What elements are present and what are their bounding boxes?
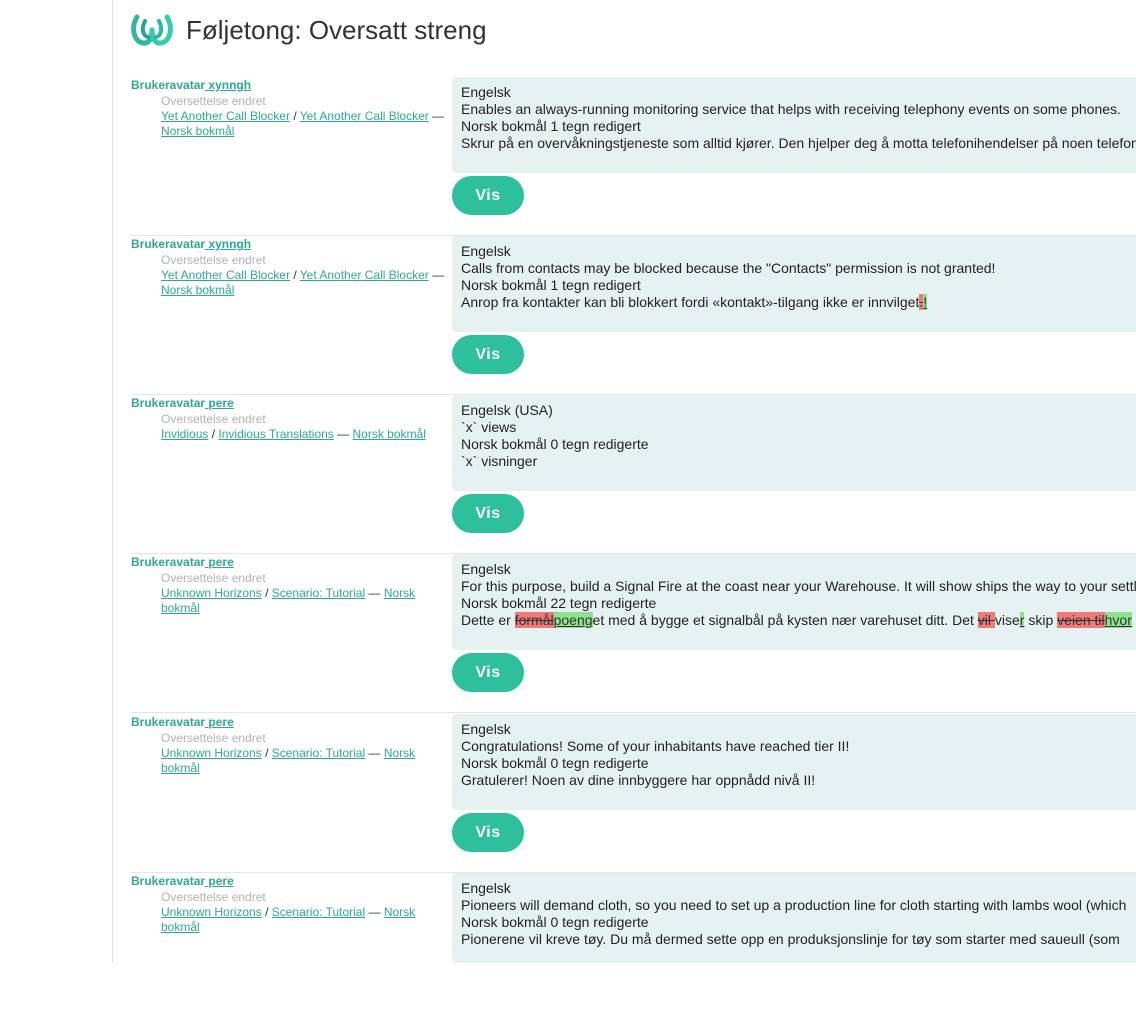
breadcrumb: Unknown Horizons / Scenario: Tutorial — … [161, 746, 416, 775]
sidebar [0, 0, 113, 963]
user-link[interactable]: pere [205, 555, 233, 569]
breadcrumb: Yet Another Call Blocker / Yet Another C… [161, 268, 445, 297]
source-language: Engelsk [461, 721, 511, 737]
target-text: Pionerene vil kreve tøy. Du må dermed se… [461, 931, 1120, 947]
project-link[interactable]: Yet Another Call Blocker [161, 109, 290, 123]
vis-button[interactable]: Vis [452, 335, 524, 374]
user-line: Brukeravatar pere [131, 715, 234, 729]
source-text: For this purpose, build a Signal Fire at… [461, 578, 1136, 594]
target-text: Gratulerer! Noen av dine innbyggere har … [461, 772, 816, 788]
action-label: Oversettelse endret [161, 731, 266, 745]
project-link[interactable]: Unknown Horizons [161, 586, 262, 600]
language-link[interactable]: Norsk bokmål [161, 124, 234, 138]
action-label: Oversettelse endret [161, 253, 266, 267]
action-label: Oversettelse endret [161, 412, 266, 426]
source-language: Engelsk [461, 561, 511, 577]
history-entry: Brukeravatar pere Oversettelse endret Un… [130, 714, 1136, 873]
component-link[interactable]: Yet Another Call Blocker [300, 109, 429, 123]
source-language: Engelsk [461, 880, 511, 896]
breadcrumb: Invidious / Invidious Translations — Nor… [161, 427, 426, 441]
avatar: Brukeravatar [131, 396, 206, 410]
target-language: Norsk bokmål 22 tegn redigerte [461, 595, 657, 611]
action-label: Oversettelse endret [161, 890, 266, 904]
source-text: Enables an always-running monitoring ser… [461, 101, 1121, 117]
avatar: Brukeravatar [131, 874, 206, 888]
page-title: Føljetong: Oversatt streng [186, 14, 487, 45]
target-text: Skrur på en overvåkningstjeneste som all… [461, 135, 1136, 151]
user-link[interactable]: xynngh [205, 78, 251, 92]
project-link[interactable]: Invidious [161, 427, 208, 441]
avatar: Brukeravatar [131, 78, 206, 92]
component-link[interactable]: Scenario: Tutorial [272, 586, 365, 600]
target-language: Norsk bokmål 0 tegn redigerte [461, 914, 649, 930]
avatar: Brukeravatar [131, 237, 206, 251]
user-line: Brukeravatar xynngh [131, 237, 251, 251]
component-link[interactable]: Scenario: Tutorial [272, 746, 365, 760]
user-line: Brukeravatar pere [131, 874, 234, 888]
user-link[interactable]: pere [205, 396, 233, 410]
history-entry: Brukeravatar pere Oversettelse endret In… [130, 395, 1136, 554]
target-text: Dette er formålpoenget med å bygge et si… [461, 612, 1132, 628]
history-entry: Brukeravatar pere Oversettelse endret Un… [130, 873, 1136, 1031]
translation-box: Engelsk (USA) `x` views Norsk bokmål 0 t… [452, 395, 1136, 491]
user-line: Brukeravatar xynngh [131, 78, 251, 92]
diff-insertion: poeng [553, 612, 593, 628]
source-text: Calls from contacts may be blocked becau… [461, 260, 996, 276]
language-link[interactable]: Norsk bokmål [353, 427, 426, 441]
diff-deletion: vil [977, 612, 995, 628]
breadcrumb: Unknown Horizons / Scenario: Tutorial — … [161, 586, 416, 615]
user-link[interactable]: pere [205, 874, 233, 888]
source-language: Engelsk [461, 84, 511, 100]
avatar: Brukeravatar [131, 715, 206, 729]
diff-deletion: veien til [1057, 612, 1105, 628]
page-header: Føljetong: Oversatt streng [130, 10, 487, 50]
project-link[interactable]: Unknown Horizons [161, 905, 262, 919]
history-entry: Brukeravatar xynngh Oversettelse endret … [130, 77, 1136, 236]
target-text: `x` visninger [461, 453, 538, 469]
breadcrumb: Yet Another Call Blocker / Yet Another C… [161, 109, 445, 138]
vis-button[interactable]: Vis [452, 176, 524, 215]
language-link[interactable]: Norsk bokmål [161, 283, 234, 297]
translation-box: Engelsk Enables an always-running monito… [452, 77, 1136, 173]
user-line: Brukeravatar pere [131, 555, 234, 569]
source-text: Pioneers will demand cloth, so you need … [461, 897, 1127, 913]
source-language: Engelsk (USA) [461, 402, 553, 418]
target-language: Norsk bokmål 0 tegn redigerte [461, 436, 649, 452]
translation-box: Engelsk Pioneers will demand cloth, so y… [452, 873, 1136, 963]
source-text: Congratulations! Some of your inhabitant… [461, 738, 850, 754]
user-link[interactable]: xynngh [205, 237, 251, 251]
diff-deletion: formål [514, 612, 554, 628]
action-label: Oversettelse endret [161, 571, 266, 585]
avatar: Brukeravatar [131, 555, 206, 569]
vis-button[interactable]: Vis [452, 494, 524, 533]
source-text: `x` views [461, 419, 517, 435]
vis-button[interactable]: Vis [452, 813, 524, 852]
vis-button[interactable]: Vis [452, 653, 524, 692]
diff-insertion: hvor [1104, 612, 1132, 628]
target-language: Norsk bokmål 1 tegn redigert [461, 118, 641, 134]
diff-insertion: ! [923, 294, 928, 310]
weblate-logo-icon [131, 14, 173, 46]
translation-box: Engelsk Congratulations! Some of your in… [452, 714, 1136, 810]
history-entry: Brukeravatar pere Oversettelse endret Un… [130, 554, 1136, 713]
project-link[interactable]: Unknown Horizons [161, 746, 262, 760]
user-line: Brukeravatar pere [131, 396, 234, 410]
component-link[interactable]: Yet Another Call Blocker [300, 268, 429, 282]
target-text: Anrop fra kontakter kan bli blokkert for… [461, 294, 928, 310]
translation-box: Engelsk For this purpose, build a Signal… [452, 554, 1136, 650]
source-language: Engelsk [461, 243, 511, 259]
action-label: Oversettelse endret [161, 94, 266, 108]
component-link[interactable]: Invidious Translations [218, 427, 333, 441]
component-link[interactable]: Scenario: Tutorial [272, 905, 365, 919]
breadcrumb: Unknown Horizons / Scenario: Tutorial — … [161, 905, 416, 934]
target-language: Norsk bokmål 1 tegn redigert [461, 277, 641, 293]
project-link[interactable]: Yet Another Call Blocker [161, 268, 290, 282]
target-language: Norsk bokmål 0 tegn redigerte [461, 755, 649, 771]
translation-box: Engelsk Calls from contacts may be block… [452, 236, 1136, 332]
user-link[interactable]: pere [205, 715, 233, 729]
history-entry: Brukeravatar xynngh Oversettelse endret … [130, 236, 1136, 395]
